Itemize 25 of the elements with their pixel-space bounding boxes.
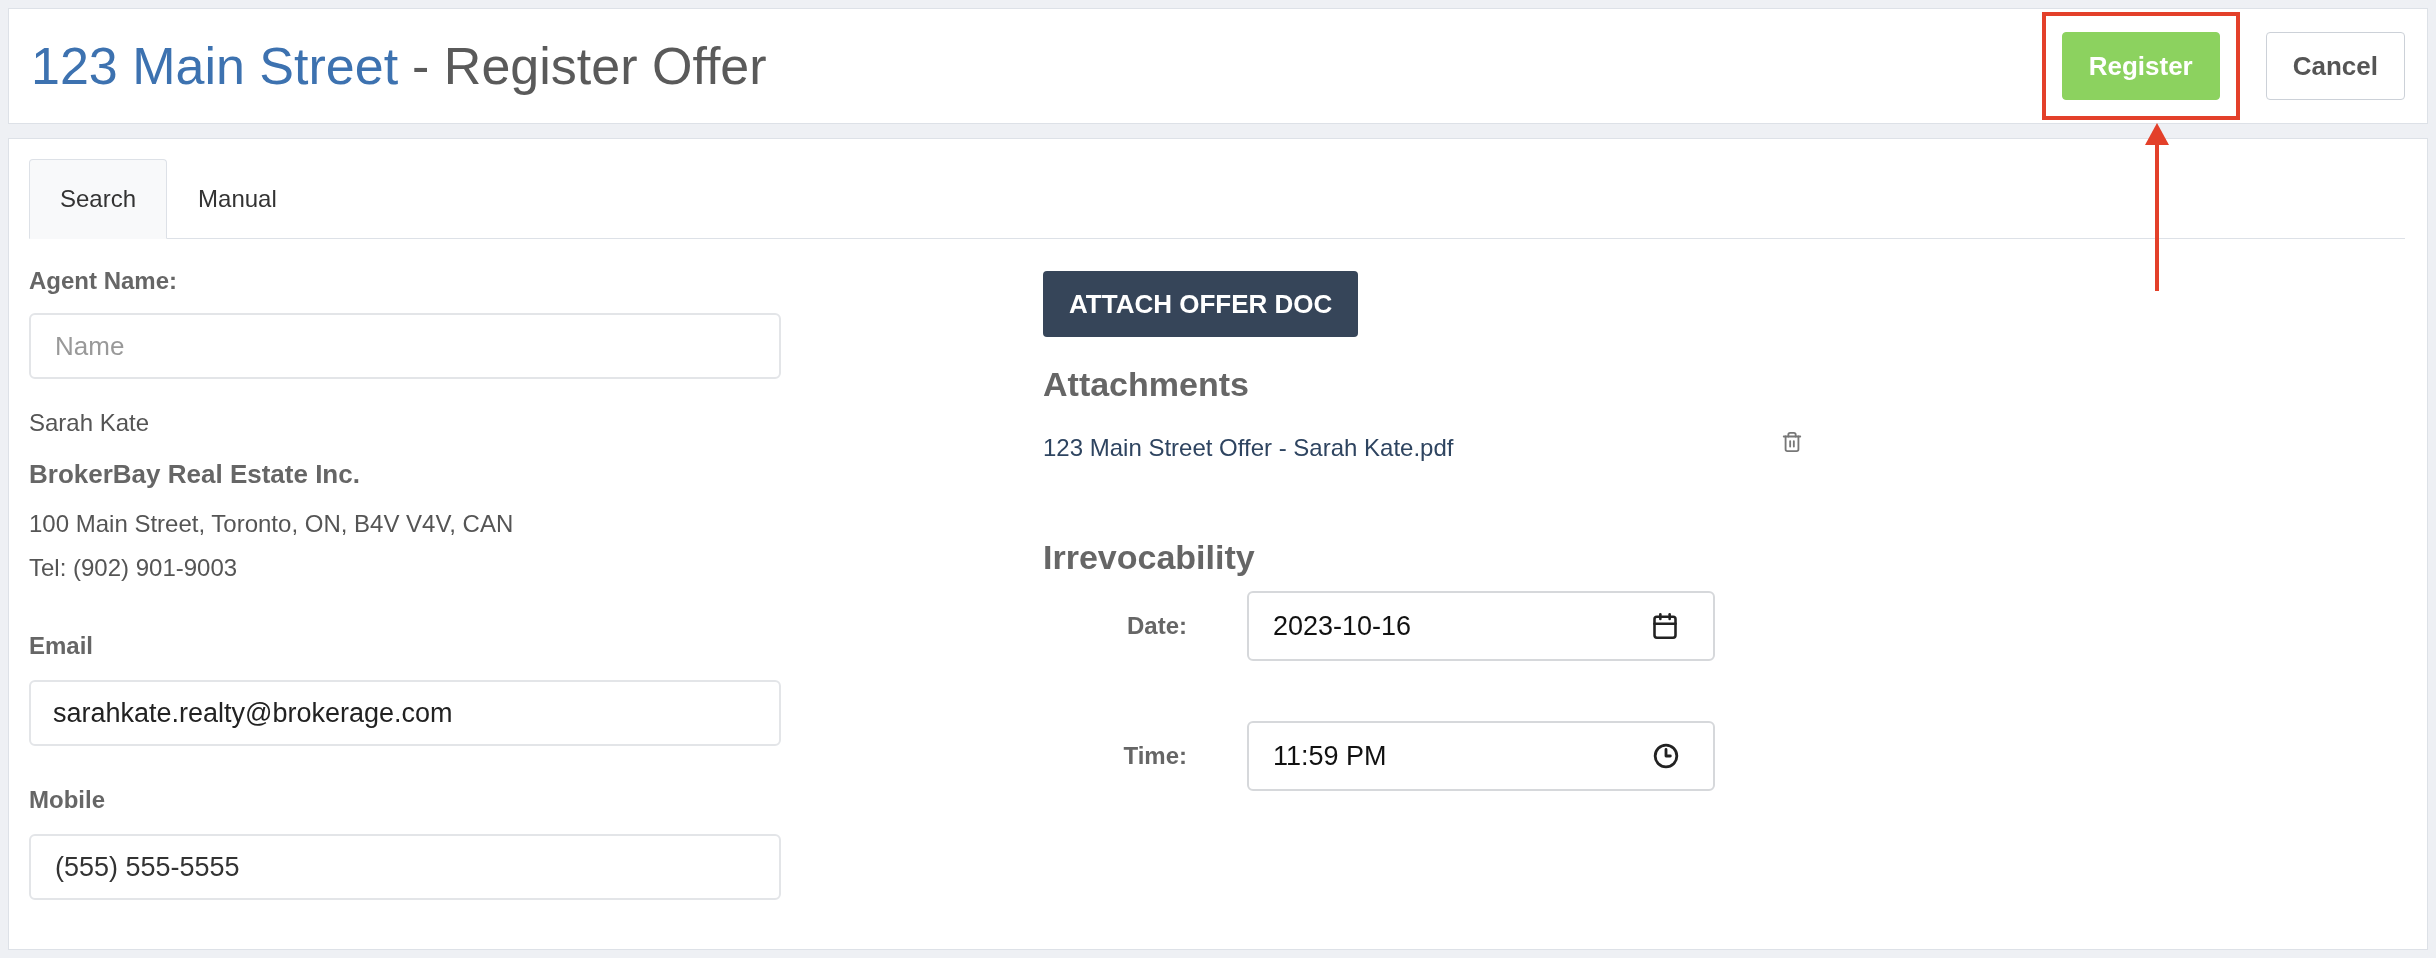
- clock-icon[interactable]: [1653, 743, 1679, 769]
- field-label: Date:: [1126, 611, 1188, 641]
- brokerage-name: BrokerBay Real Estate Inc.: [29, 458, 361, 491]
- name-input[interactable]: Name: [29, 313, 781, 379]
- calendar-icon[interactable]: [1651, 612, 1679, 640]
- delete-icon[interactable]: [1781, 430, 1803, 454]
- attach-offer-button[interactable]: ATTACH OFFER DOC: [1043, 271, 1359, 337]
- field-label: Mobile: [29, 785, 106, 815]
- mobile-input[interactable]: (555) 555-5555: [29, 834, 781, 900]
- tab[interactable]: Manual: [167, 159, 308, 239]
- cancel-button[interactable]: Cancel: [2265, 32, 2405, 100]
- attachment-link[interactable]: 123 Main Street Offer - Sarah Kate.pdf: [1043, 430, 1454, 466]
- section-heading: Attachments: [1043, 364, 1250, 405]
- field-label: Agent Name:: [29, 266, 179, 296]
- agent-address: 100 Main Street, Toronto, ON, B4V V4V, CAN: [29, 509, 515, 539]
- time-field[interactable]: 11:59 PM: [1247, 721, 1715, 791]
- tab[interactable]: Search: [29, 159, 168, 239]
- property-link[interactable]: 123 Main Street: [31, 40, 399, 92]
- agent-name: Sarah Kate: [29, 408, 151, 438]
- section-heading: Irrevocability: [1043, 537, 1256, 578]
- agent-phone: Tel: (902) 901-9003: [29, 553, 239, 583]
- field-label: Email: [29, 631, 95, 661]
- date-field[interactable]: 2023-10-16: [1247, 591, 1715, 661]
- email-input[interactable]: sarahkate.realty@brokerage.com: [29, 680, 781, 746]
- field-label: Time:: [1122, 741, 1188, 771]
